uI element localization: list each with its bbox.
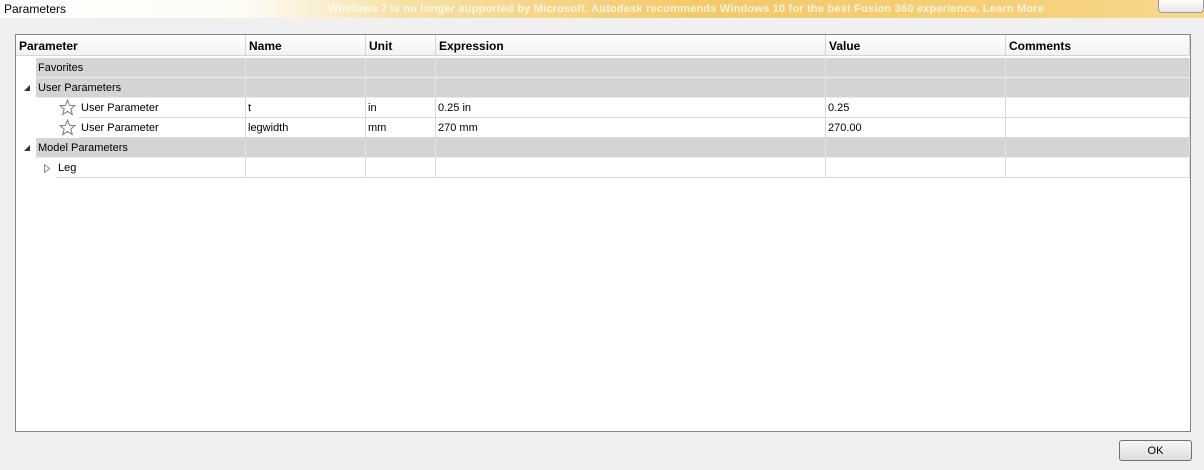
column-header-value[interactable]: Value (826, 35, 1006, 55)
expression-cell[interactable]: 270 mm (436, 118, 826, 138)
user-parameters-group-row[interactable]: User Parameters + (16, 78, 1190, 98)
collapsed-triangle-icon[interactable] (44, 164, 50, 173)
parameters-grid: Parameter Name Unit Expression Value Com… (15, 34, 1191, 432)
favorites-group-row[interactable]: Favorites (16, 58, 1190, 78)
column-header-comments[interactable]: Comments (1006, 35, 1190, 55)
expanded-triangle-icon[interactable] (24, 85, 30, 91)
unit-cell[interactable]: in (366, 98, 436, 118)
parameter-cell: User Parameter (79, 118, 246, 138)
column-header-name[interactable]: Name (246, 35, 366, 55)
name-cell[interactable]: legwidth (246, 118, 366, 138)
table-row[interactable]: User Parameter legwidth mm 270 mm 270.00 (16, 118, 1190, 138)
column-header-unit[interactable]: Unit (366, 35, 436, 55)
name-cell[interactable]: t (246, 98, 366, 118)
expanded-triangle-icon[interactable] (24, 145, 30, 151)
ok-button[interactable]: OK (1119, 440, 1192, 461)
star-outline-icon[interactable] (59, 119, 76, 136)
column-header-row: Parameter Name Unit Expression Value Com… (16, 35, 1190, 56)
group-label: Favorites (36, 58, 246, 78)
window-title: Parameters (4, 2, 67, 16)
close-button[interactable] (1158, 0, 1204, 13)
model-parameters-group-row[interactable]: Model Parameters (16, 138, 1190, 158)
value-cell: 0.25 (826, 98, 1006, 118)
os-support-notice[interactable]: Windows 7 is no longer supported by Micr… (328, 3, 1158, 15)
group-label: Model Parameters (36, 138, 246, 158)
comments-cell[interactable] (1006, 98, 1190, 118)
column-header-expression[interactable]: Expression (436, 35, 826, 55)
group-label: User Parameters (38, 82, 122, 94)
comments-cell[interactable] (1006, 118, 1190, 138)
column-header-parameter[interactable]: Parameter (16, 35, 246, 55)
expression-cell[interactable]: 0.25 in (436, 98, 826, 118)
star-outline-icon[interactable] (59, 99, 76, 116)
title-bar: Parameters Windows 7 is no longer suppor… (0, 0, 1204, 18)
model-parameters-leg-row[interactable]: Leg (16, 158, 1190, 178)
unit-cell[interactable]: mm (366, 118, 436, 138)
tree-item-label: Leg (56, 158, 246, 178)
value-cell: 270.00 (826, 118, 1006, 138)
parameter-cell: User Parameter (79, 98, 246, 118)
table-row[interactable]: User Parameter t in 0.25 in 0.25 (16, 98, 1190, 118)
